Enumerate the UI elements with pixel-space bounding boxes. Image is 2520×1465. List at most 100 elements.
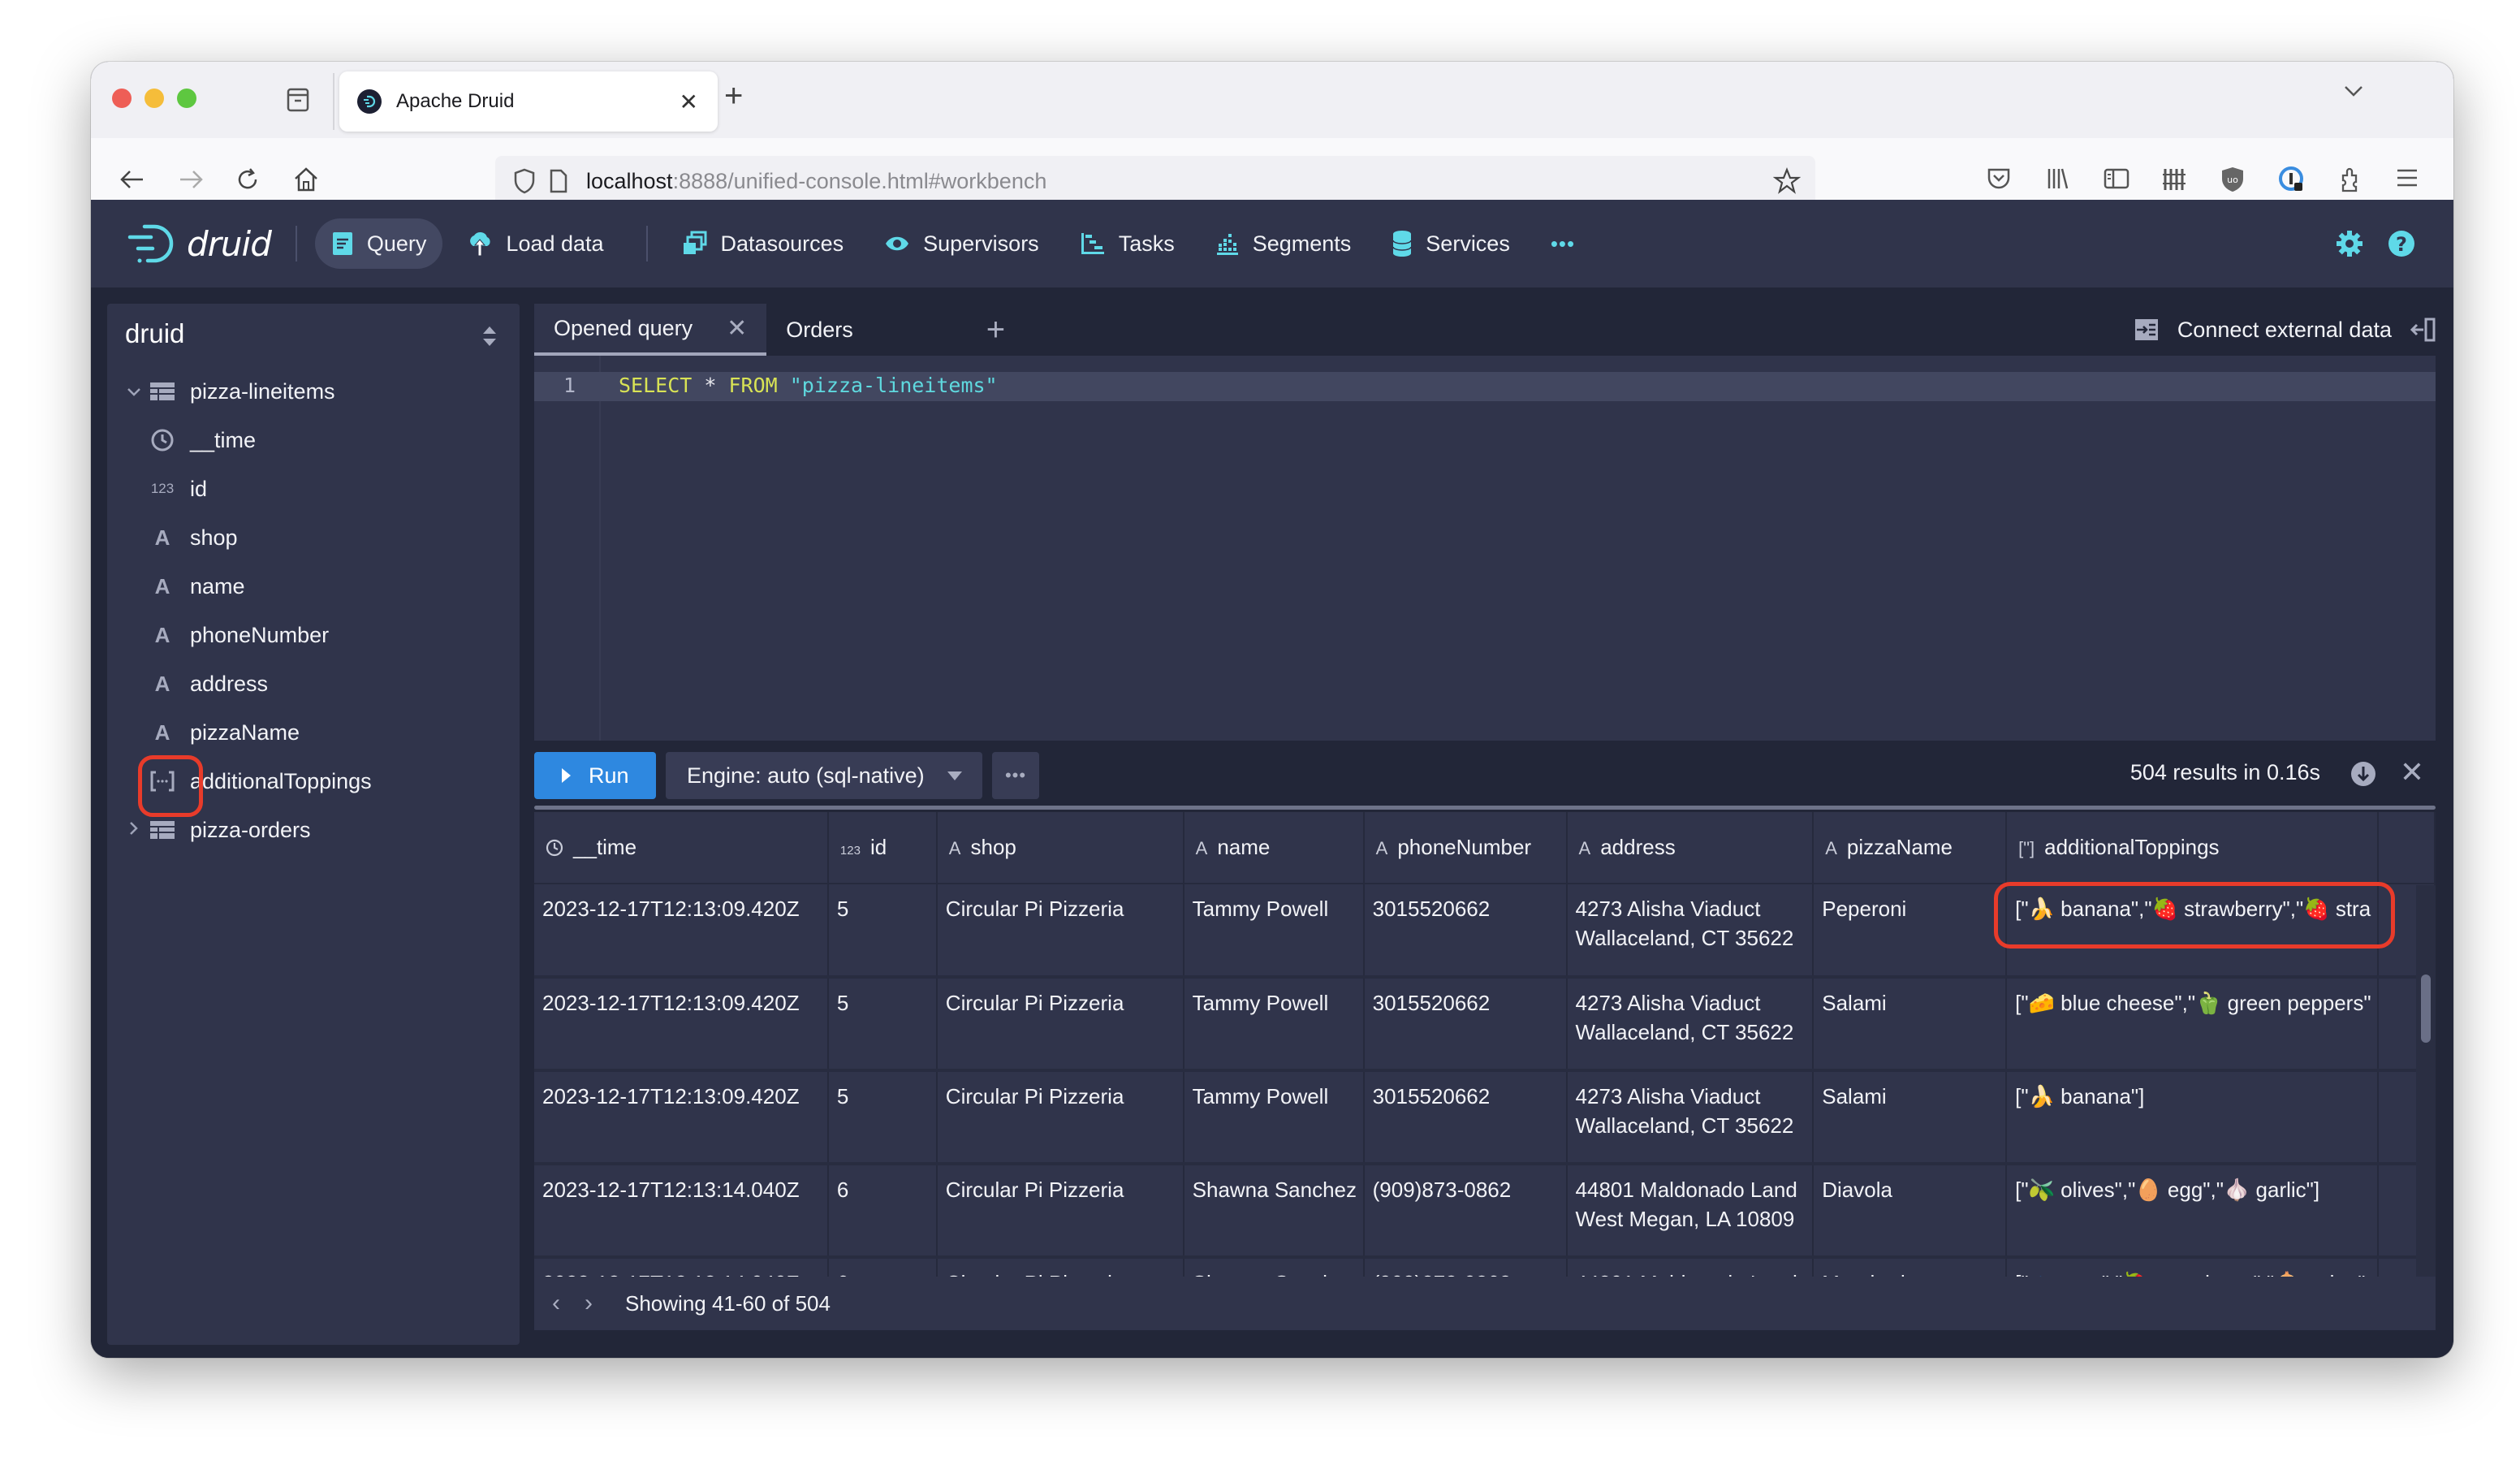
cell-additionaltoppings[interactable]: ["🐟 tuna","🍓 strawberry","🧅 onion" [2006,1257,2380,1277]
browser-tab-active[interactable]: Apache Druid ✕ [339,71,718,132]
sql-editor[interactable]: 1 SELECT * FROM "pizza-lineitems" [534,356,2436,741]
cell-time[interactable]: 2023-12-17T12:13:09.420Z [534,977,829,1072]
cell-additionaltoppings[interactable]: ["🍌 banana","🍓 strawberry","🍓 stra [2006,884,2380,979]
connect-external-data-button[interactable]: Connect external data [2134,304,2392,356]
close-icon[interactable]: ✕ [727,314,747,343]
query-tab-opened-query[interactable]: Opened query ✕ [534,304,767,356]
extensions-icon[interactable] [2337,166,2362,193]
cell-phonenumber[interactable]: (909)873-0862 [1363,1257,1568,1277]
sidebar-icon[interactable] [2103,166,2130,192]
cell-name[interactable]: Shawna Sanchez [1183,1164,1365,1259]
close-window-button[interactable] [112,89,132,108]
cell-phonenumber[interactable]: (909)873-0862 [1363,1164,1568,1259]
url-text[interactable]: localhost:8888/unified-console.html#work… [586,169,1046,194]
bookmark-star-icon[interactable] [1773,167,1801,195]
collapse-panel-icon[interactable] [2410,317,2437,343]
cell-address[interactable]: 4273 Alisha Viaduct Wallaceland, CT 3562… [1566,1070,1814,1165]
nav-query[interactable]: Query [314,218,443,269]
cell-id[interactable]: 5 [827,1070,938,1165]
minimize-window-button[interactable] [145,89,164,108]
chevron-right-icon[interactable] [122,819,146,841]
maximize-window-button[interactable] [177,89,196,108]
nav-segments[interactable]: Segments [1199,218,1368,269]
sql-code[interactable]: SELECT * FROM "pizza-lineitems" [619,374,998,397]
nav-services[interactable]: Services [1375,218,1526,269]
help-icon[interactable]: ? [2387,229,2416,258]
column-header-name[interactable]: Aname [1183,812,1365,884]
nav-datasources[interactable]: Datasources [666,218,861,269]
cell-additionaltoppings[interactable]: ["🍌 banana"] [2006,1070,2380,1165]
cell-time[interactable]: 2023-12-17T12:13:09.420Z [534,884,829,979]
column-header-shop[interactable]: Ashop [936,812,1184,884]
cell-shop[interactable]: Circular Pi Pizzeria [936,1257,1184,1277]
cell-id[interactable]: 5 [827,977,938,1072]
table-row[interactable]: 2023-12-17T12:13:14.040Z6Circular Pi Piz… [534,1164,2436,1259]
column-header-id[interactable]: 123 id [827,812,938,884]
schema-select-icon[interactable] [482,325,497,348]
druid-logo[interactable]: druid [127,223,272,264]
tree-column-address[interactable]: A address [107,659,520,708]
tree-column-id[interactable]: 123 id [107,465,520,513]
table-row[interactable]: 2023-12-17T12:13:09.420Z 5 Circular Pi Piz… [534,977,2436,1072]
next-page-button[interactable]: › [585,1290,593,1317]
shield-icon[interactable] [513,167,536,195]
forward-icon[interactable] [177,166,205,193]
cell-id[interactable]: 5 [827,884,938,979]
column-header-additionaltoppings[interactable]: ["] additionalToppings [2006,812,2380,884]
table-row[interactable]: 2023-12-17T12:13:14.040Z6Circular Pi Piz… [534,1257,2436,1277]
hamburger-menu-icon[interactable] [2395,166,2419,190]
vertical-scrollbar-thumb[interactable] [2421,975,2431,1043]
reload-icon[interactable] [234,166,261,193]
new-tab-button[interactable]: + [724,78,743,115]
column-header-phonenumber[interactable]: AphoneNumber [1363,812,1568,884]
engine-select[interactable]: Engine: auto (sql-native) [666,752,982,799]
prev-page-button[interactable]: ‹ [552,1290,560,1317]
cell-phonenumber[interactable]: 3015520662 [1363,1070,1568,1165]
cell-name[interactable]: Tammy Powell [1183,1070,1365,1165]
vertical-scrollbar-track[interactable] [2416,885,2436,1277]
cell-shop[interactable]: Circular Pi Pizzeria [936,884,1184,979]
tab-overview-icon[interactable] [284,84,312,114]
column-header-pizzaname[interactable]: ApizzaName [1813,812,2008,884]
tree-column-phonenumber[interactable]: A phoneNumber [107,611,520,659]
cell-phonenumber[interactable]: 3015520662 [1363,977,1568,1072]
cell-name[interactable]: Tammy Powell [1183,884,1365,979]
cell-pizzaname[interactable]: Salami [1813,1070,2008,1165]
cell-id[interactable]: 6 [827,1257,938,1277]
chevron-down-icon[interactable] [122,381,146,402]
back-icon[interactable] [119,166,146,193]
nav-load-data[interactable]: Load data [451,218,619,269]
cell-shop[interactable]: Circular Pi Pizzeria [936,1070,1184,1165]
cell-name[interactable]: Shawna Sanchez [1183,1257,1365,1277]
table-row[interactable]: 2023-12-17T12:13:09.420Z 5 Circular Pi Piz… [534,1070,2436,1165]
tree-column-time[interactable]: __time [107,416,520,465]
library-icon[interactable] [2044,166,2070,192]
query-tab-orders[interactable]: Orders [766,304,873,356]
cell-additionaltoppings[interactable]: ["🫒 olives","🥚 egg","🧄 garlic"] [2006,1164,2380,1259]
cell-time[interactable]: 2023-12-17T12:13:09.420Z [534,1070,829,1165]
tab-list-chevron-icon[interactable] [2343,83,2364,99]
nav-more-button[interactable]: ••• [1534,218,1591,269]
cell-address[interactable]: 4273 Alisha Viaduct Wallaceland, CT 3562… [1566,884,1814,979]
tree-datasource-pizza-lineitems[interactable]: pizza-lineitems [107,367,520,416]
cell-time[interactable]: 2023-12-17T12:13:14.040Z [534,1164,829,1259]
cell-pizzaname[interactable]: Diavola [1813,1164,2008,1259]
column-header-address[interactable]: Aaddress [1566,812,1814,884]
cell-phonenumber[interactable]: 3015520662 [1363,884,1568,979]
more-options-button[interactable]: ••• [992,752,1039,799]
cell-shop[interactable]: Circular Pi Pizzeria [936,1164,1184,1259]
cell-shop[interactable]: Circular Pi Pizzeria [936,977,1184,1072]
download-icon[interactable] [2350,760,2377,788]
cell-time[interactable]: 2023-12-17T12:13:14.040Z [534,1257,829,1277]
add-query-tab-button[interactable]: + [986,312,1005,348]
cell-id[interactable]: 6 [827,1164,938,1259]
close-tab-icon[interactable]: ✕ [680,89,698,115]
tree-column-shop[interactable]: A shop [107,513,520,562]
tree-column-pizzaname[interactable]: A pizzaName [107,708,520,757]
cell-pizzaname[interactable]: Peperoni [1813,884,2008,979]
cell-name[interactable]: Tammy Powell [1183,977,1365,1072]
cell-address[interactable]: 4273 Alisha Viaduct Wallaceland, CT 3562… [1566,977,1814,1072]
close-results-icon[interactable]: ✕ [2400,755,2424,789]
cell-pizzaname[interactable]: Margherita [1813,1257,2008,1277]
nav-tasks[interactable]: Tasks [1064,218,1191,269]
